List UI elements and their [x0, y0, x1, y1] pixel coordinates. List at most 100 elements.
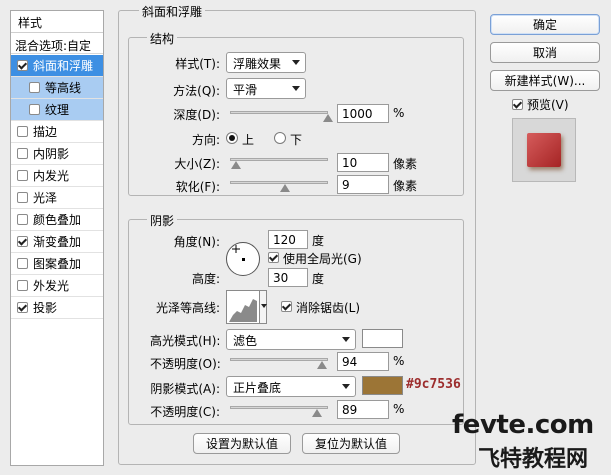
depth-slider-thumb[interactable]	[323, 114, 333, 122]
size-slider-track[interactable]	[230, 158, 328, 161]
highlight-mode-select[interactable]: 滤色	[226, 329, 356, 350]
shadow-color-annotation: #9c7536	[406, 377, 461, 392]
style-item-0[interactable]: 斜面和浮雕	[11, 55, 103, 77]
style-item-label: 图案叠加	[33, 257, 82, 271]
size-input[interactable]: 10	[337, 153, 389, 172]
shadow-opacity-input[interactable]: 89	[337, 400, 389, 419]
shadow-opacity-slider-thumb[interactable]	[312, 409, 323, 417]
soften-input[interactable]: 9	[337, 175, 389, 194]
highlight-opacity-input[interactable]: 94	[337, 352, 389, 371]
chevron-down-icon	[261, 304, 267, 308]
size-label: 大小(Z):	[174, 157, 220, 171]
preview-checkbox[interactable]	[512, 99, 523, 110]
shadow-opacity-unit: %	[393, 402, 405, 416]
size-slider-thumb[interactable]	[230, 161, 241, 169]
shadow-color-swatch[interactable]	[362, 376, 403, 395]
style-item-checkbox[interactable]	[17, 302, 28, 313]
shadow-mode-select[interactable]: 正片叠底	[226, 376, 356, 397]
shadow-mode-value: 正片叠底	[233, 381, 282, 395]
highlight-color-swatch[interactable]	[362, 329, 403, 348]
chevron-down-icon	[292, 60, 300, 65]
watermark-site-name: 飞特教程网	[478, 447, 589, 472]
style-item-label: 光泽	[33, 191, 58, 205]
chevron-down-icon	[342, 384, 350, 389]
altitude-label: 高度:	[191, 272, 220, 286]
style-item-checkbox[interactable]	[17, 60, 28, 71]
style-item-2[interactable]: 纹理	[11, 99, 103, 121]
style-item-6[interactable]: 光泽	[11, 187, 103, 209]
technique-label: 方法(Q):	[173, 84, 220, 98]
bevel-emboss-title: 斜面和浮雕	[139, 3, 206, 20]
style-select-value: 浮雕效果	[233, 57, 282, 71]
styles-list-panel: 样式 混合选项:自定 斜面和浮雕 等高线 纹理 描边内阴影内发光光泽颜色叠加渐变叠加图…	[10, 10, 104, 466]
direction-down-radio[interactable]	[274, 132, 286, 144]
gloss-contour-dropdown[interactable]	[259, 290, 267, 324]
depth-input[interactable]: 1000	[337, 104, 389, 123]
size-unit: 像素	[393, 157, 418, 171]
ok-button[interactable]: 确定	[490, 14, 600, 35]
technique-select[interactable]: 平滑	[226, 78, 306, 99]
angle-input[interactable]: 120	[268, 230, 308, 249]
use-global-light-checkbox[interactable]	[268, 252, 279, 263]
style-item-checkbox[interactable]	[17, 192, 28, 203]
style-item-label: 内发光	[33, 169, 70, 183]
depth-slider-track[interactable]	[230, 111, 328, 114]
highlight-opacity-unit: %	[393, 354, 405, 368]
chevron-down-icon	[342, 337, 350, 342]
gloss-contour-label: 光泽等高线:	[155, 301, 220, 315]
technique-select-value: 平滑	[233, 83, 258, 97]
style-item-4[interactable]: 内阴影	[11, 143, 103, 165]
reset-default-button[interactable]: 复位为默认值	[302, 433, 400, 454]
shading-title: 阴影	[147, 212, 178, 229]
style-item-checkbox[interactable]	[17, 170, 28, 181]
highlight-mode-value: 滤色	[233, 334, 258, 348]
shadow-opacity-label: 不透明度(C):	[150, 405, 220, 419]
anti-alias-checkbox[interactable]	[281, 301, 292, 312]
styles-list-title: 样式	[11, 11, 103, 33]
highlight-opacity-slider-track[interactable]	[230, 358, 328, 361]
style-item-7[interactable]: 颜色叠加	[11, 209, 103, 231]
style-item-3[interactable]: 描边	[11, 121, 103, 143]
style-item-label: 渐变叠加	[33, 235, 82, 249]
style-label: 样式(T):	[175, 57, 220, 71]
anti-alias-label: 消除锯齿(L)	[296, 301, 361, 315]
style-item-9[interactable]: 图案叠加	[11, 253, 103, 275]
style-item-checkbox[interactable]	[29, 82, 40, 93]
style-select[interactable]: 浮雕效果	[226, 52, 306, 73]
angle-label: 角度(N):	[173, 235, 220, 249]
blending-options-item[interactable]: 混合选项:自定	[11, 34, 103, 54]
angle-unit: 度	[312, 234, 325, 248]
style-item-checkbox[interactable]	[17, 258, 28, 269]
style-item-checkbox[interactable]	[17, 280, 28, 291]
style-item-1[interactable]: 等高线	[11, 77, 103, 99]
soften-label: 软化(F):	[175, 180, 220, 194]
new-style-button[interactable]: 新建样式(W)...	[490, 70, 600, 91]
style-item-11[interactable]: 投影	[11, 297, 103, 319]
altitude-input[interactable]: 30	[268, 268, 308, 287]
use-global-light-label: 使用全局光(G)	[283, 252, 362, 266]
cancel-button[interactable]: 取消	[490, 42, 600, 63]
style-item-label: 内阴影	[33, 147, 70, 161]
highlight-mode-label: 高光模式(H):	[150, 334, 221, 348]
style-item-label: 颜色叠加	[33, 213, 82, 227]
style-preview-thumbnail	[512, 118, 576, 182]
style-item-8[interactable]: 渐变叠加	[11, 231, 103, 253]
style-item-checkbox[interactable]	[17, 214, 28, 225]
make-default-button[interactable]: 设置为默认值	[193, 433, 291, 454]
structure-title: 结构	[147, 30, 178, 47]
angle-crosshair-icon	[232, 245, 245, 261]
depth-unit: %	[393, 106, 405, 120]
style-item-label: 外发光	[33, 279, 70, 293]
angle-dial[interactable]	[226, 242, 260, 276]
style-item-checkbox[interactable]	[17, 236, 28, 247]
soften-slider-thumb[interactable]	[279, 184, 290, 192]
style-item-5[interactable]: 内发光	[11, 165, 103, 187]
style-item-checkbox[interactable]	[17, 126, 28, 137]
direction-up-radio[interactable]	[226, 132, 238, 144]
style-item-checkbox[interactable]	[17, 148, 28, 159]
highlight-opacity-slider-thumb[interactable]	[317, 361, 328, 369]
style-item-10[interactable]: 外发光	[11, 275, 103, 297]
depth-label: 深度(D):	[173, 108, 220, 122]
style-item-checkbox[interactable]	[29, 104, 40, 115]
chevron-down-icon	[292, 86, 300, 91]
